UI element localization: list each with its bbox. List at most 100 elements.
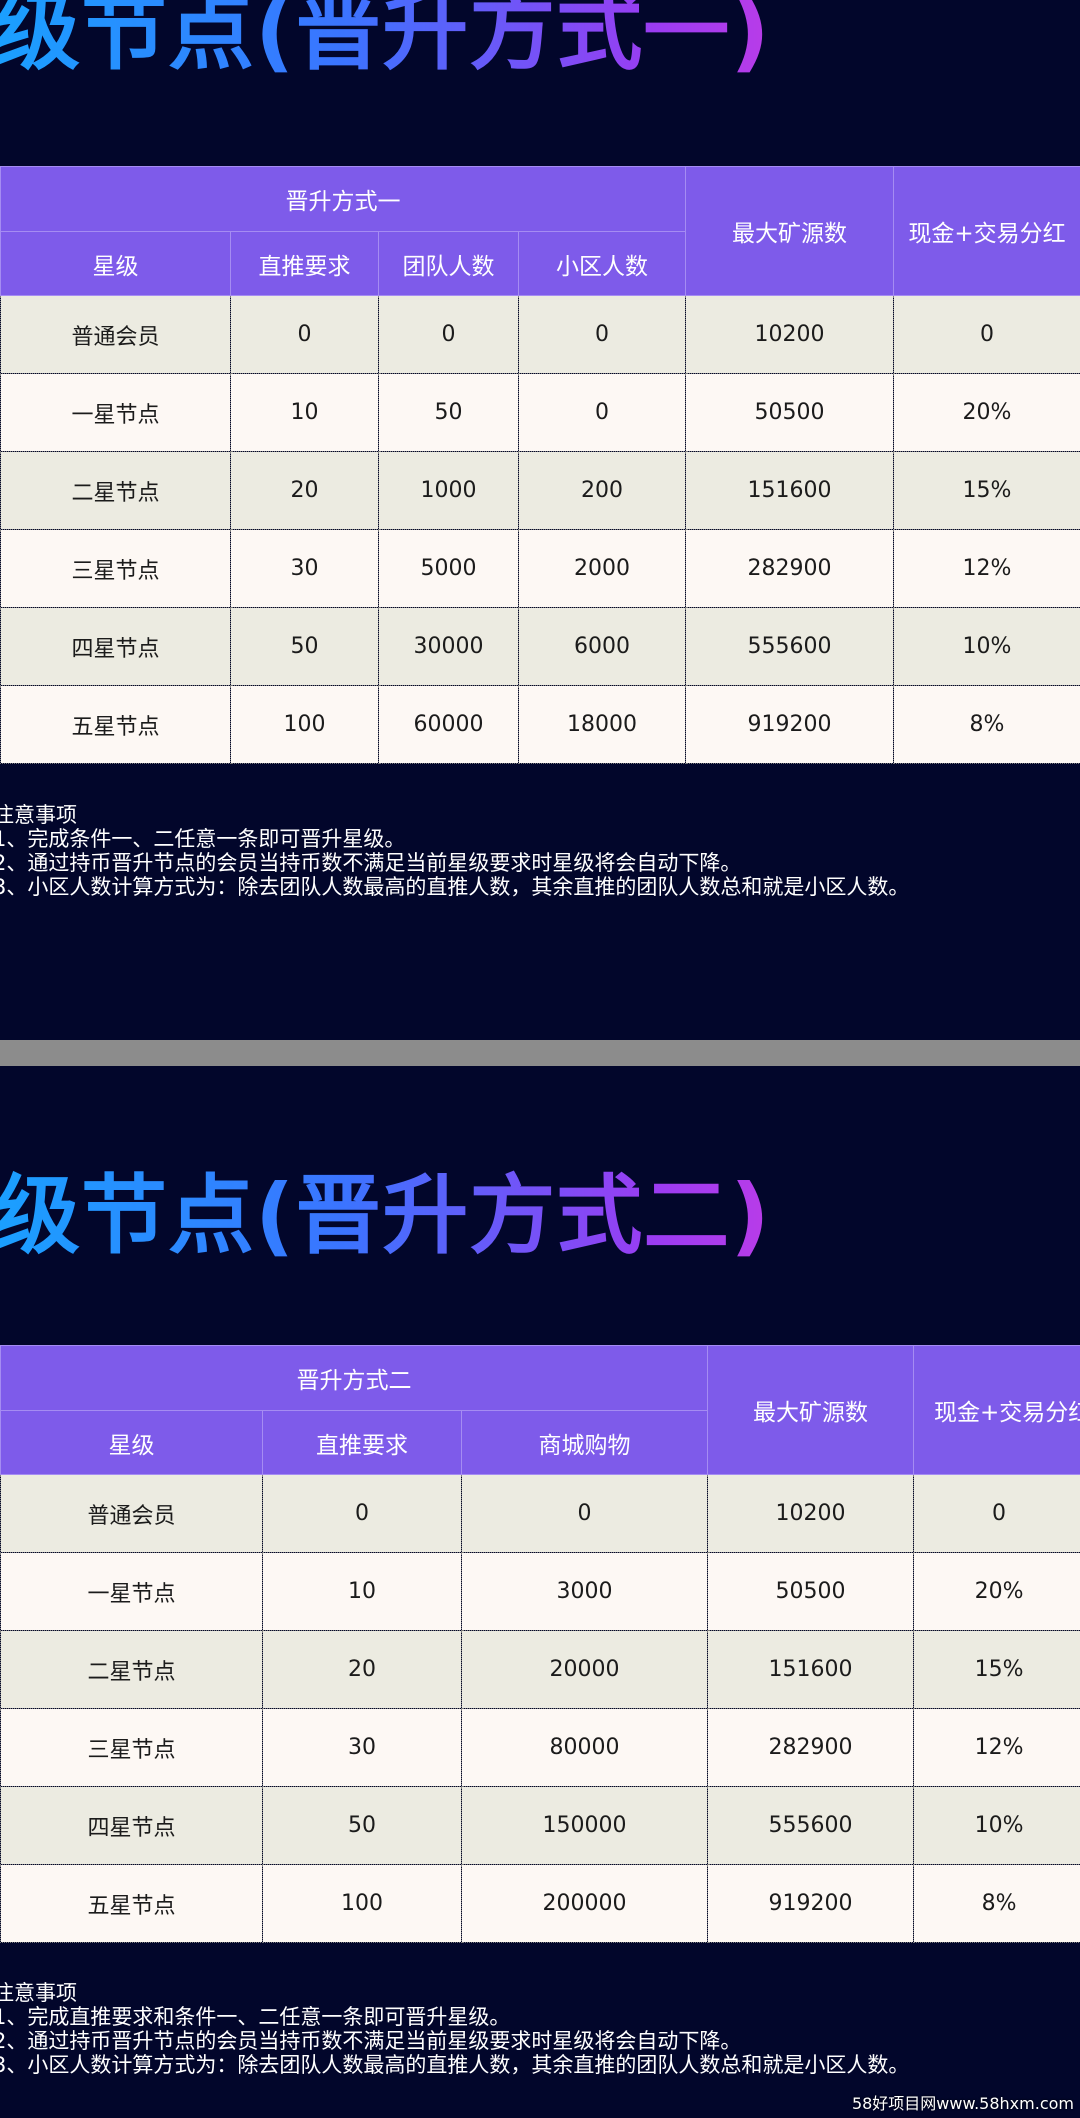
cell-bonus: 0 xyxy=(893,295,1080,374)
cell-mall: 80000 xyxy=(460,1708,709,1787)
cell-level: 一星节点 xyxy=(0,373,231,452)
section-divider xyxy=(0,1040,1080,1066)
cell-direct: 100 xyxy=(230,685,379,764)
table-row: 一星节点 10 3000 50500 20% xyxy=(0,1552,1080,1631)
section-method-two: 级节点(晋升方式二) 晋升方式二 最大矿源数 现金+交易分红 星级 直推要求 商… xyxy=(0,1066,1080,2118)
bonus-header: 现金+交易分红 xyxy=(913,1345,1080,1475)
cell-district: 0 xyxy=(518,295,686,374)
table-row: 四星节点 50 30000 6000 555600 10% xyxy=(0,607,1080,686)
cell-level: 普通会员 xyxy=(0,295,231,374)
cell-mall: 0 xyxy=(460,1474,709,1553)
column-header-direct: 直推要求 xyxy=(230,231,379,296)
cell-direct: 30 xyxy=(230,529,379,608)
cell-level: 普通会员 xyxy=(0,1474,263,1553)
note-item: 1、完成条件一、二任意一条即可晋升星级。 xyxy=(0,827,406,851)
cell-level: 五星节点 xyxy=(0,685,231,764)
cell-bonus: 10% xyxy=(893,607,1080,686)
cell-max-resource: 282900 xyxy=(685,529,894,608)
cell-direct: 20 xyxy=(230,451,379,530)
section-title: 级节点(晋升方式二) xyxy=(0,1166,771,1266)
cell-level: 二星节点 xyxy=(0,451,231,530)
site-watermark: 58好项目网www.58hxm.com xyxy=(851,2094,1074,2113)
cell-max-resource: 555600 xyxy=(685,607,894,686)
cell-team: 5000 xyxy=(378,529,519,608)
table-row: 三星节点 30 80000 282900 12% xyxy=(0,1708,1080,1787)
note-item: 1、完成直推要求和条件一、二任意一条即可晋升星级。 xyxy=(0,2005,511,2029)
cell-level: 四星节点 xyxy=(0,1786,263,1865)
cell-bonus: 8% xyxy=(893,685,1080,764)
cell-bonus: 15% xyxy=(893,451,1080,530)
cell-district: 2000 xyxy=(518,529,686,608)
cell-bonus: 12% xyxy=(913,1708,1080,1787)
table-row: 普通会员 0 0 0 10200 0 xyxy=(0,295,1080,374)
note-item: 2、通过持币晋升节点的会员当持币数不满足当前星级要求时星级将会自动下降。 xyxy=(0,851,742,875)
cell-direct: 10 xyxy=(262,1552,462,1631)
cell-district: 200 xyxy=(518,451,686,530)
note-item: 2、通过持币晋升节点的会员当持币数不满足当前星级要求时星级将会自动下降。 xyxy=(0,2029,742,2053)
cell-mall: 150000 xyxy=(460,1786,709,1865)
cell-mall: 3000 xyxy=(460,1552,709,1631)
column-header-district: 小区人数 xyxy=(518,231,686,296)
cell-max-resource: 50500 xyxy=(707,1552,915,1631)
cell-district: 18000 xyxy=(518,685,686,764)
table-row: 五星节点 100 60000 18000 919200 8% xyxy=(0,685,1080,764)
cell-team: 30000 xyxy=(378,607,519,686)
cell-team: 0 xyxy=(378,295,519,374)
cell-max-resource: 919200 xyxy=(707,1864,915,1943)
cell-bonus: 10% xyxy=(913,1786,1080,1865)
cell-max-resource: 151600 xyxy=(685,451,894,530)
cell-level: 二星节点 xyxy=(0,1630,263,1709)
cell-direct: 50 xyxy=(262,1786,462,1865)
cell-direct: 0 xyxy=(262,1474,462,1553)
table-row: 三星节点 30 5000 2000 282900 12% xyxy=(0,529,1080,608)
cell-direct: 30 xyxy=(262,1708,462,1787)
max-resource-header: 最大矿源数 xyxy=(707,1345,915,1475)
column-header-team: 团队人数 xyxy=(378,231,519,296)
method-header: 晋升方式一 xyxy=(0,166,686,232)
cell-team: 1000 xyxy=(378,451,519,530)
cell-max-resource: 555600 xyxy=(707,1786,915,1865)
note-item: 3、小区人数计算方式为：除去团队人数最高的直推人数，其余直推的团队人数总和就是小… xyxy=(0,2053,910,2077)
max-resource-header: 最大矿源数 xyxy=(685,166,894,296)
cell-direct: 20 xyxy=(262,1630,462,1709)
cell-bonus: 12% xyxy=(893,529,1080,608)
cell-mall: 20000 xyxy=(460,1630,709,1709)
column-header-level: 星级 xyxy=(0,231,231,296)
notes-heading: 注意事项 xyxy=(0,1981,77,2005)
cell-level: 三星节点 xyxy=(0,529,231,608)
cell-bonus: 20% xyxy=(913,1552,1080,1631)
table-row: 普通会员 0 0 10200 0 xyxy=(0,1474,1080,1553)
cell-level: 四星节点 xyxy=(0,607,231,686)
cell-max-resource: 919200 xyxy=(685,685,894,764)
cell-district: 6000 xyxy=(518,607,686,686)
cell-team: 50 xyxy=(378,373,519,452)
section-method-one: 级节点(晋升方式一) 晋升方式一 最大矿源数 现金+交易分红 星级 直推要求 团… xyxy=(0,0,1080,1040)
cell-direct: 100 xyxy=(262,1864,462,1943)
cell-max-resource: 10200 xyxy=(685,295,894,374)
cell-direct: 0 xyxy=(230,295,379,374)
cell-bonus: 15% xyxy=(913,1630,1080,1709)
bonus-header: 现金+交易分红 xyxy=(893,166,1080,296)
cell-direct: 10 xyxy=(230,373,379,452)
cell-team: 60000 xyxy=(378,685,519,764)
table-row: 二星节点 20 1000 200 151600 15% xyxy=(0,451,1080,530)
cell-direct: 50 xyxy=(230,607,379,686)
table-row: 五星节点 100 200000 919200 8% xyxy=(0,1864,1080,1943)
column-header-level: 星级 xyxy=(0,1410,263,1475)
cell-district: 0 xyxy=(518,373,686,452)
cell-bonus: 20% xyxy=(893,373,1080,452)
notes-block: 注意事项 1、完成直推要求和条件一、二任意一条即可晋升星级。 2、通过持币晋升节… xyxy=(0,1981,909,2077)
column-header-mall: 商城购物 xyxy=(460,1410,709,1475)
note-item: 3、小区人数计算方式为：除去团队人数最高的直推人数，其余直推的团队人数总和就是小… xyxy=(0,875,910,899)
table-row: 四星节点 50 150000 555600 10% xyxy=(0,1786,1080,1865)
cell-bonus: 8% xyxy=(913,1864,1080,1943)
cell-level: 五星节点 xyxy=(0,1864,263,1943)
notes-heading: 注意事项 xyxy=(0,803,77,827)
column-header-direct: 直推要求 xyxy=(262,1410,462,1475)
table-row: 二星节点 20 20000 151600 15% xyxy=(0,1630,1080,1709)
cell-level: 三星节点 xyxy=(0,1708,263,1787)
promotion-table: 晋升方式一 最大矿源数 现金+交易分红 星级 直推要求 团队人数 小区人数 普通… xyxy=(0,166,1080,764)
table-row: 一星节点 10 50 0 50500 20% xyxy=(0,373,1080,452)
cell-max-resource: 50500 xyxy=(685,373,894,452)
cell-bonus: 0 xyxy=(913,1474,1080,1553)
